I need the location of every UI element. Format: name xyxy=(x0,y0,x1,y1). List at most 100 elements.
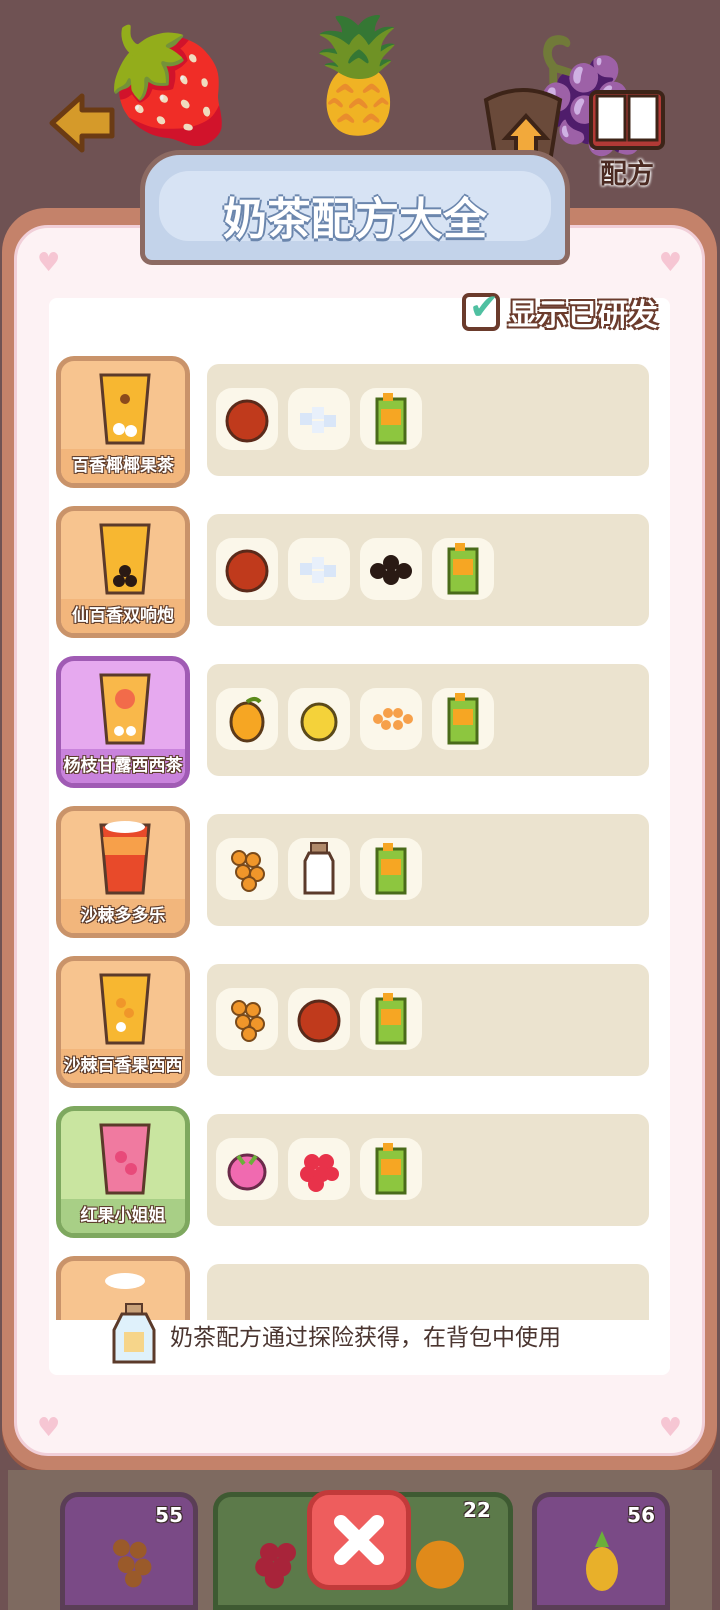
back-arrow-icon xyxy=(49,93,115,153)
popping-boba-icon xyxy=(373,708,413,730)
recipe-row: 红果小姐姐 xyxy=(55,1106,665,1240)
heart-icon: ♥ xyxy=(658,248,682,278)
ingredient-panel xyxy=(207,964,649,1076)
sea-buckthorn-icon xyxy=(231,850,265,892)
recipe-hint: 奶茶配方通过探险获得，在背包中使用 xyxy=(108,1302,561,1368)
ingredient-panel xyxy=(207,514,649,626)
raspberry-icon xyxy=(255,1543,296,1589)
recipe-label: 配方 xyxy=(600,159,654,190)
drink-name: 仙百香双响炮 xyxy=(61,599,185,633)
drink-card[interactable]: 沙棘多多乐 xyxy=(56,806,190,938)
drink-name: 百香椰椰果茶 xyxy=(61,449,185,483)
sea-buckthorn-passion-drink-icon xyxy=(99,973,151,1045)
drink-name: 沙棘百香果西西 xyxy=(61,1049,185,1083)
ingredient-panel xyxy=(207,814,649,926)
sea-buckthorn-icon xyxy=(113,1539,152,1588)
mango-icon xyxy=(229,697,265,743)
background-strawberry-icon: 🍓 xyxy=(100,21,237,149)
ingredient-slot xyxy=(216,1138,278,1200)
recipe-list[interactable]: 百香椰椰果茶 仙百香双响炮 杨枝甘露西西茶 沙棘多多乐 沙棘百香果西西 红果小姐… xyxy=(55,356,665,1320)
ingredient-slot xyxy=(288,988,350,1050)
raspberry-icon xyxy=(300,1154,339,1192)
passion-fruit-icon xyxy=(225,399,269,443)
tea-box-icon xyxy=(447,543,479,595)
show-developed-toggle[interactable]: ✔ 显示已研发 xyxy=(462,287,658,335)
passion-double-boba-icon xyxy=(99,523,151,595)
tea-box-icon xyxy=(447,693,479,745)
ingredient-slot xyxy=(288,688,350,750)
lemon-icon xyxy=(300,702,338,742)
drink-card[interactable]: 百香椰椰果茶 xyxy=(56,356,190,488)
ingredient-slot xyxy=(432,538,494,600)
red-fruit-drink-icon xyxy=(99,1123,151,1195)
ingredient-slot xyxy=(288,388,350,450)
item-count: 22 xyxy=(463,1498,491,1522)
ingredient-slot xyxy=(288,1138,350,1200)
recipe-row: 仙百香双响炮 xyxy=(55,506,665,640)
recipe-row: 沙棘百香果西西 xyxy=(55,956,665,1090)
mango-pomelo-tea-icon xyxy=(99,673,151,745)
milk-bottle-icon xyxy=(303,842,335,895)
show-developed-checkbox[interactable]: ✔ xyxy=(462,287,500,331)
item-count: 56 xyxy=(627,1503,655,1527)
ingredient-slot xyxy=(360,1138,422,1200)
ingredient-slot xyxy=(432,688,494,750)
drink-name: 红果小姐姐 xyxy=(61,1199,185,1233)
tea-box-icon xyxy=(375,993,407,1045)
tea-box-icon xyxy=(375,1143,407,1195)
ingredient-slot xyxy=(288,538,350,600)
passion-fruit-icon xyxy=(225,549,269,593)
background-pineapple-icon: 🍍 xyxy=(290,11,427,139)
ingredient-slot xyxy=(216,688,278,750)
recipe-row: 沙棘多多乐 xyxy=(55,806,665,940)
drink-card[interactable]: 仙百香双响炮 xyxy=(56,506,190,638)
pineapple-icon xyxy=(586,1531,618,1591)
ingredient-slot xyxy=(216,838,278,900)
bottle-message-icon xyxy=(112,1303,156,1364)
pearl-boba-icon xyxy=(370,555,412,585)
heart-icon: ♥ xyxy=(37,248,61,278)
tea-box-icon xyxy=(375,393,407,445)
close-button[interactable] xyxy=(307,1490,411,1590)
drink-card[interactable]: 沙棘百香果西西 xyxy=(56,956,190,1088)
ingredient-slot xyxy=(216,988,278,1050)
back-button[interactable] xyxy=(48,88,118,158)
item-count: 55 xyxy=(155,1503,183,1527)
ingredient-panel xyxy=(207,364,649,476)
inventory-slot[interactable]: 55 xyxy=(60,1492,198,1610)
heart-icon: ♥ xyxy=(658,1413,682,1443)
dragon-fruit-icon xyxy=(227,1153,267,1191)
ingredient-slot xyxy=(360,538,422,600)
coconut-jelly-icon xyxy=(300,557,336,583)
ingredient-slot xyxy=(360,688,422,750)
passion-fruit-icon xyxy=(297,999,341,1043)
recipe-book-button[interactable]: 配方 xyxy=(587,86,667,196)
ingredient-panel xyxy=(207,664,649,776)
ingredient-slot xyxy=(216,388,278,450)
ingredient-panel xyxy=(207,1114,649,1226)
ingredient-slot xyxy=(360,838,422,900)
coconut-jelly-icon xyxy=(300,407,336,433)
ingredient-slot xyxy=(360,388,422,450)
inventory-slot[interactable]: 56 xyxy=(532,1492,670,1610)
book-icon xyxy=(589,90,665,150)
hint-text: 奶茶配方通过探险获得，在背包中使用 xyxy=(170,1325,561,1351)
drink-card[interactable]: 杨枝甘露西西茶 xyxy=(56,656,190,788)
show-developed-label: 显示已研发 xyxy=(508,298,658,333)
passion-coconut-tea-icon xyxy=(99,373,151,445)
check-icon: ✔ xyxy=(469,287,500,328)
tea-box-icon xyxy=(375,843,407,895)
orange-icon xyxy=(416,1540,464,1589)
drink-card[interactable]: 红果小姐姐 xyxy=(56,1106,190,1238)
title-banner: 奶茶配方大全 xyxy=(140,150,570,265)
page-title: 奶茶配方大全 xyxy=(223,194,487,245)
ingredient-slot xyxy=(360,988,422,1050)
drink-name: 杨枝甘露西西茶 xyxy=(61,749,185,783)
sea-buckthorn-icon xyxy=(231,1000,265,1042)
recipe-row: 百香椰椰果茶 xyxy=(55,356,665,490)
ingredient-slot xyxy=(216,538,278,600)
drink-name: 沙棘多多乐 xyxy=(61,899,185,933)
heart-icon: ♥ xyxy=(37,1413,61,1443)
close-icon xyxy=(334,1515,384,1565)
sea-buckthorn-drink-icon xyxy=(99,821,151,895)
